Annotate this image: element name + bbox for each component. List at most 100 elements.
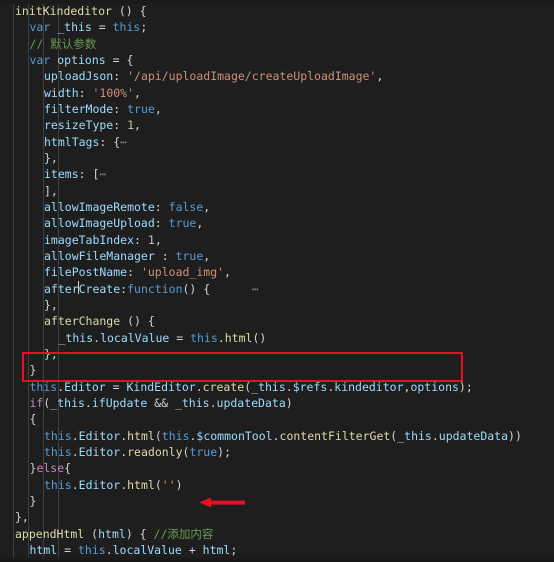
code-token-prop: allowFileManager: [44, 248, 155, 263]
code-token-punc: .: [71, 477, 79, 492]
code-token-punc: }: [29, 493, 37, 508]
code-token-punc: ,: [154, 101, 162, 116]
code-line[interactable]: appendHtml (html) { //添加内容: [0, 526, 554, 542]
code-line[interactable]: filePostName: 'upload_img',: [0, 264, 554, 280]
code-token-punc: (: [140, 558, 147, 562]
code-token-punc: &&: [147, 395, 175, 410]
code-token-fn: contentFilterGet: [279, 428, 391, 443]
code-line[interactable]: {: [0, 411, 554, 427]
code-line[interactable]: width: '100%',: [0, 85, 554, 101]
code-token-punc: }: [29, 461, 37, 476]
code-token-prop: updateData: [216, 395, 286, 410]
code-token-kw: this: [44, 477, 72, 492]
code-line[interactable]: },: [0, 509, 554, 525]
code-token-punc: ;: [230, 542, 238, 557]
code-line[interactable]: imageTabIndex: 1,: [0, 232, 554, 248]
code-token-kw: function: [127, 281, 183, 296]
code-line[interactable]: this.Editor = KindEditor.create(_this.$r…: [0, 379, 554, 395]
code-token-prop: Editor: [78, 477, 121, 492]
code-token-punc: [50, 19, 57, 35]
code-line[interactable]: },: [0, 346, 554, 362]
code-token-prop: _this: [397, 428, 432, 443]
code-token-punc: },: [44, 150, 58, 165]
code-token-prop: _this: [58, 330, 94, 345]
code-line[interactable]: this.Editor.html(this.$commonTool.conten…: [0, 428, 554, 444]
code-token-fn: create: [202, 379, 245, 394]
code-token-prop: html: [98, 526, 126, 541]
code-token-kw: this: [161, 428, 190, 443]
code-line[interactable]: }: [0, 493, 554, 509]
code-token-cmt: //添加内容: [153, 526, 214, 541]
code-token-prop: items: [44, 167, 79, 182]
code-token-punc: :: [154, 248, 176, 263]
code-token-punc: .: [431, 428, 439, 443]
code-line[interactable]: },: [0, 297, 554, 313]
code-token-punc: );: [458, 379, 473, 394]
code-line[interactable]: html = this.localValue + html;: [0, 542, 554, 558]
code-token-punc: () {: [182, 281, 211, 296]
code-token-punc: .: [57, 379, 65, 394]
code-token-fn: html: [127, 428, 155, 443]
code-line[interactable]: afterCreate:function() { ⋯: [0, 281, 554, 297]
code-token-prop: KindEditor: [126, 379, 196, 394]
code-line[interactable]: allowFileManager : true,: [0, 248, 554, 264]
code-token-punc: (: [390, 428, 398, 443]
code-line[interactable]: // 默认参数: [0, 36, 554, 52]
code-line[interactable]: this.Editor.html(''): [0, 477, 554, 493]
code-token-punc: :: [113, 101, 128, 116]
code-token-kw: this: [190, 330, 218, 345]
code-token-punc: =: [91, 20, 113, 35]
code-token-punc: .: [71, 444, 79, 459]
code-line[interactable]: ],: [0, 183, 554, 199]
code-token-prop: html: [202, 542, 231, 557]
code-line[interactable]: var options = {: [0, 52, 554, 68]
code-line[interactable]: }else{: [0, 460, 554, 476]
code-line[interactable]: uploadJson: '/api/uploadImage/createUplo…: [0, 68, 554, 84]
code-token-punc: .: [195, 379, 203, 394]
code-line[interactable]: items: [⋯: [0, 166, 554, 182]
code-token-punc: ) {: [125, 526, 154, 541]
code-line[interactable]: this.Editor.readonly(true);: [0, 444, 554, 460]
code-token-punc: .: [84, 395, 92, 410]
code-token-punc: )): [508, 428, 522, 443]
code-line[interactable]: allowImageUpload: true,: [0, 215, 554, 231]
code-token-kw: this: [112, 20, 141, 35]
code-line[interactable]: this.Editor.html(html): [0, 558, 554, 562]
code-line[interactable]: _this.localValue = this.html(): [0, 330, 554, 346]
code-line[interactable]: if(_this.ifUpdate && _this.updateData): [0, 395, 554, 411]
code-line[interactable]: },: [0, 150, 554, 166]
code-token-punc: .: [106, 558, 113, 562]
code-editor-viewport[interactable]: initKindeditor () {var _this = this;// 默…: [0, 0, 554, 562]
code-line[interactable]: allowImageRemote: false,: [0, 199, 554, 215]
code-line[interactable]: var _this = this;: [0, 19, 554, 35]
code-line[interactable]: filterMode: true,: [0, 101, 554, 117]
code-content[interactable]: initKindeditor () {var _this = this;// 默…: [0, 0, 554, 562]
code-line[interactable]: initKindeditor () {: [0, 3, 554, 19]
code-line[interactable]: resizeType: 1,: [0, 117, 554, 133]
code-token-punc: .: [93, 330, 101, 345]
code-token-punc: (: [43, 395, 51, 410]
code-token-num: 1: [127, 118, 135, 133]
code-token-punc: ,: [134, 118, 141, 133]
code-token-str: 'upload_img': [140, 265, 225, 280]
code-token-punc: ): [285, 395, 293, 410]
code-token-punc: :: [113, 69, 128, 84]
code-token-kw: var: [29, 52, 51, 67]
code-token-punc: },: [44, 297, 58, 312]
code-token-punc: :: [113, 118, 128, 133]
code-token-kw: var: [29, 20, 51, 35]
code-token-punc: (: [182, 444, 190, 459]
code-token-punc: .: [120, 428, 128, 443]
code-token-prop: _this: [174, 395, 210, 410]
code-token-prop: Editor: [64, 379, 106, 394]
code-token-kw: this: [77, 542, 106, 557]
code-token-str: '': [161, 477, 176, 492]
code-token-punc: ,: [376, 69, 384, 84]
code-line[interactable]: }: [0, 362, 554, 378]
code-token-kwc: if: [29, 395, 44, 410]
code-token-prop: _this: [50, 395, 85, 410]
code-token-punc: ): [175, 477, 183, 492]
code-line[interactable]: htmlTags: {⋯: [0, 134, 554, 150]
code-line[interactable]: afterChange () {: [0, 313, 554, 329]
code-token-punc: .: [71, 428, 79, 443]
